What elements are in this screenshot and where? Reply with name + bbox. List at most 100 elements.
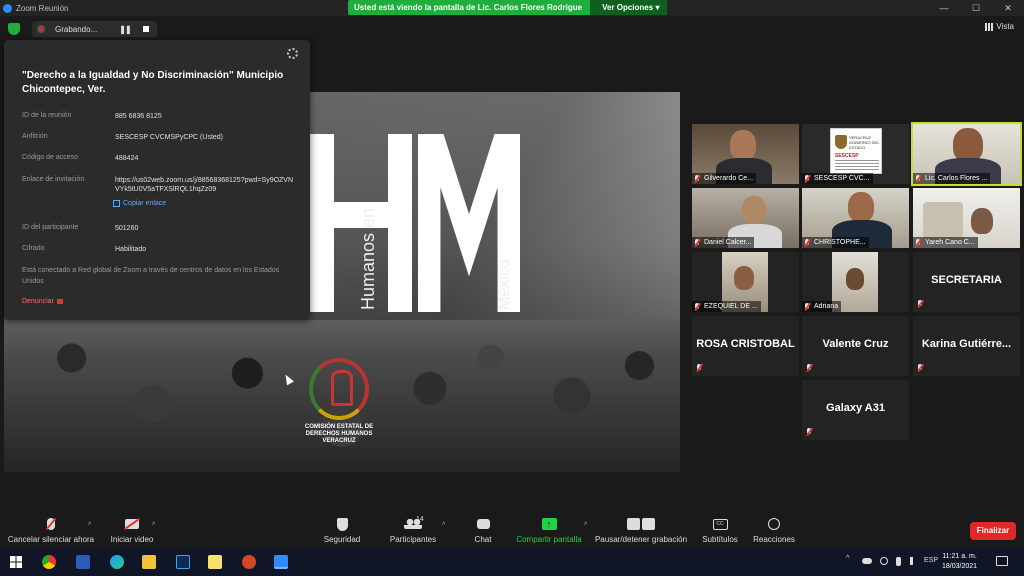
clock-date: 18/03/2021 [942,563,978,570]
unmute-label: Cancelar silenciar ahora [7,535,95,544]
reactions-button[interactable]: Reacciones [752,516,796,544]
view-options-button[interactable]: Ver Opciones ▾ [590,0,668,15]
microphone-tray-icon[interactable] [896,557,901,566]
participant-tile[interactable]: CHRISTOPHE... [802,188,909,248]
pause-recording-icon[interactable]: ❚❚ [119,25,131,34]
participant-tile[interactable]: Galaxy A31 [802,380,909,440]
meeting-info-panel: "Derecho a la Igualdad y No Discriminaci… [4,40,310,319]
mic-off-icon [47,518,55,530]
muted-mic-icon [696,364,702,372]
muted-mic-icon [804,302,810,311]
participant-tile[interactable]: Daniel Calcer... [692,188,799,248]
participant-id-label: ID del participante [22,224,79,231]
powerpoint-icon[interactable] [242,555,256,569]
stop-recording-icon[interactable] [142,26,149,32]
sescesp-logo: VERACRUZ GOBIERNO DEL ESTADO SESCESP [830,128,882,174]
sticky-notes-icon[interactable] [208,555,222,569]
share-banner-message: Usted está viendo la pantalla de Lic. Ca… [354,3,583,12]
participant-id-value: 501260 [115,225,139,232]
chat-button[interactable]: Chat [470,516,496,544]
copy-link-button[interactable]: Copiar enlace [113,200,166,207]
participants-options-caret-icon[interactable]: ^ [442,522,445,529]
language-indicator[interactable]: ESP [924,557,938,564]
security-shield-icon[interactable] [8,23,20,35]
letter-h-left-stroke [310,134,334,312]
network-icon[interactable] [880,557,888,565]
unmute-button[interactable]: ^ Cancelar silenciar ahora [6,516,96,544]
participant-tile[interactable]: VERACRUZ GOBIERNO DEL ESTADO SESCESP SES… [802,124,909,184]
pause-stop-recording-button[interactable]: Pausar/detener grabación [592,516,690,544]
view-button[interactable]: Vista [985,22,1014,31]
meeting-id-value: 885 6836 8125 [115,113,162,120]
recording-indicator: Grabando... ❚❚ [32,21,157,37]
photoshop-icon[interactable] [176,555,190,569]
tray-overflow-icon[interactable]: ^ [846,555,849,562]
security-button[interactable]: Seguridad [320,516,364,544]
volume-icon[interactable] [910,557,918,565]
participant-tile[interactable]: ROSA CRISTOBAL [692,316,799,376]
participant-tile[interactable]: Gilverardo Ce... [692,124,799,184]
participant-tile[interactable]: Valente Cruz [802,316,909,376]
muted-mic-icon [915,174,921,183]
muted-mic-icon [806,364,812,372]
crest-icon [835,135,847,149]
participant-tile[interactable]: Adriana [802,252,909,312]
participant-tile[interactable]: Yareh Cano C... [913,188,1020,248]
end-meeting-button[interactable]: Finalizar [970,522,1016,540]
participant-id-row: ID del participante 501260 [22,224,295,233]
muted-mic-icon [694,302,700,311]
closed-captions-icon: CC [712,518,728,530]
chrome-icon[interactable] [42,555,56,569]
cloud-icon[interactable] [862,558,872,564]
word-icon[interactable] [76,555,90,569]
invite-link-label: Enlace de invitación [22,176,85,183]
zoom-taskbar-icon[interactable] [274,555,288,569]
edge-icon[interactable] [110,555,124,569]
audio-options-caret-icon[interactable]: ^ [88,522,91,529]
chat-icon [476,519,490,529]
participant-tile[interactable]: Karina Gutiérre... [913,316,1020,376]
grid-view-icon [985,22,994,31]
gear-icon[interactable] [287,48,298,59]
meeting-title: "Derecho a la Igualdad y No Discriminaci… [22,70,284,95]
meeting-id-row: ID de la reunión 885 6836 8125 [22,112,295,121]
active-speaker-tile[interactable]: Lic. Carlos Flores ... [911,122,1022,186]
start-video-button[interactable]: ^ Iniciar video [106,516,158,544]
muted-mic-icon [917,364,923,372]
participant-name: Daniel Calcer... [704,239,752,246]
invite-link-row: Enlace de invitación https://us02web.zoo… [22,176,295,194]
pause-stop-icon [626,518,656,530]
flag-icon [56,299,63,304]
passcode-label: Código de acceso [22,154,79,161]
passcode-row: Código de acceso 488424 [22,154,295,163]
participant-tile[interactable]: EZEQUIEL DE ... [692,252,799,312]
participant-name-bar: Adriana [802,301,842,312]
participant-name-bar: EZEQUIEL DE ... [692,301,761,312]
share-options-caret-icon[interactable]: ^ [584,522,587,529]
system-clock[interactable]: 11:21 a. m. 18/03/2021 [942,552,977,572]
host-label: Anfitrión [22,133,48,140]
participant-name-bar: CHRISTOPHE... [802,237,869,248]
report-button[interactable]: Denunciar [22,298,63,305]
file-explorer-icon[interactable] [142,555,156,569]
share-screen-button[interactable]: ↑ ^ Compartir pantalla [512,516,587,544]
maximize-button[interactable]: ☐ [960,0,992,16]
vertical-text-mexico: México [496,259,513,310]
notifications-icon[interactable] [996,556,1008,566]
participant-tile[interactable]: SECRETARIA [913,252,1020,312]
encryption-label: Cifrado [22,245,45,252]
pause-stop-recording-label: Pausar/detener grabación [594,535,688,544]
video-off-icon [125,519,139,529]
share-screen-icon: ↑ [541,518,557,530]
participant-name-bar: Yareh Cano C... [913,237,978,248]
subtitles-button[interactable]: CC Subtítulos [700,516,740,544]
shield-icon [336,517,348,531]
participant-name: ROSA CRISTOBAL [696,338,795,350]
participant-name-bar: Daniel Calcer... [692,237,755,248]
close-button[interactable]: ✕ [992,0,1024,16]
windows-start-icon[interactable] [10,556,22,568]
video-options-caret-icon[interactable]: ^ [152,522,155,529]
minimize-button[interactable]: — [928,0,960,16]
participant-name: Lic. Carlos Flores ... [925,175,988,182]
participants-button[interactable]: 14 ^ Participantes [386,516,445,544]
